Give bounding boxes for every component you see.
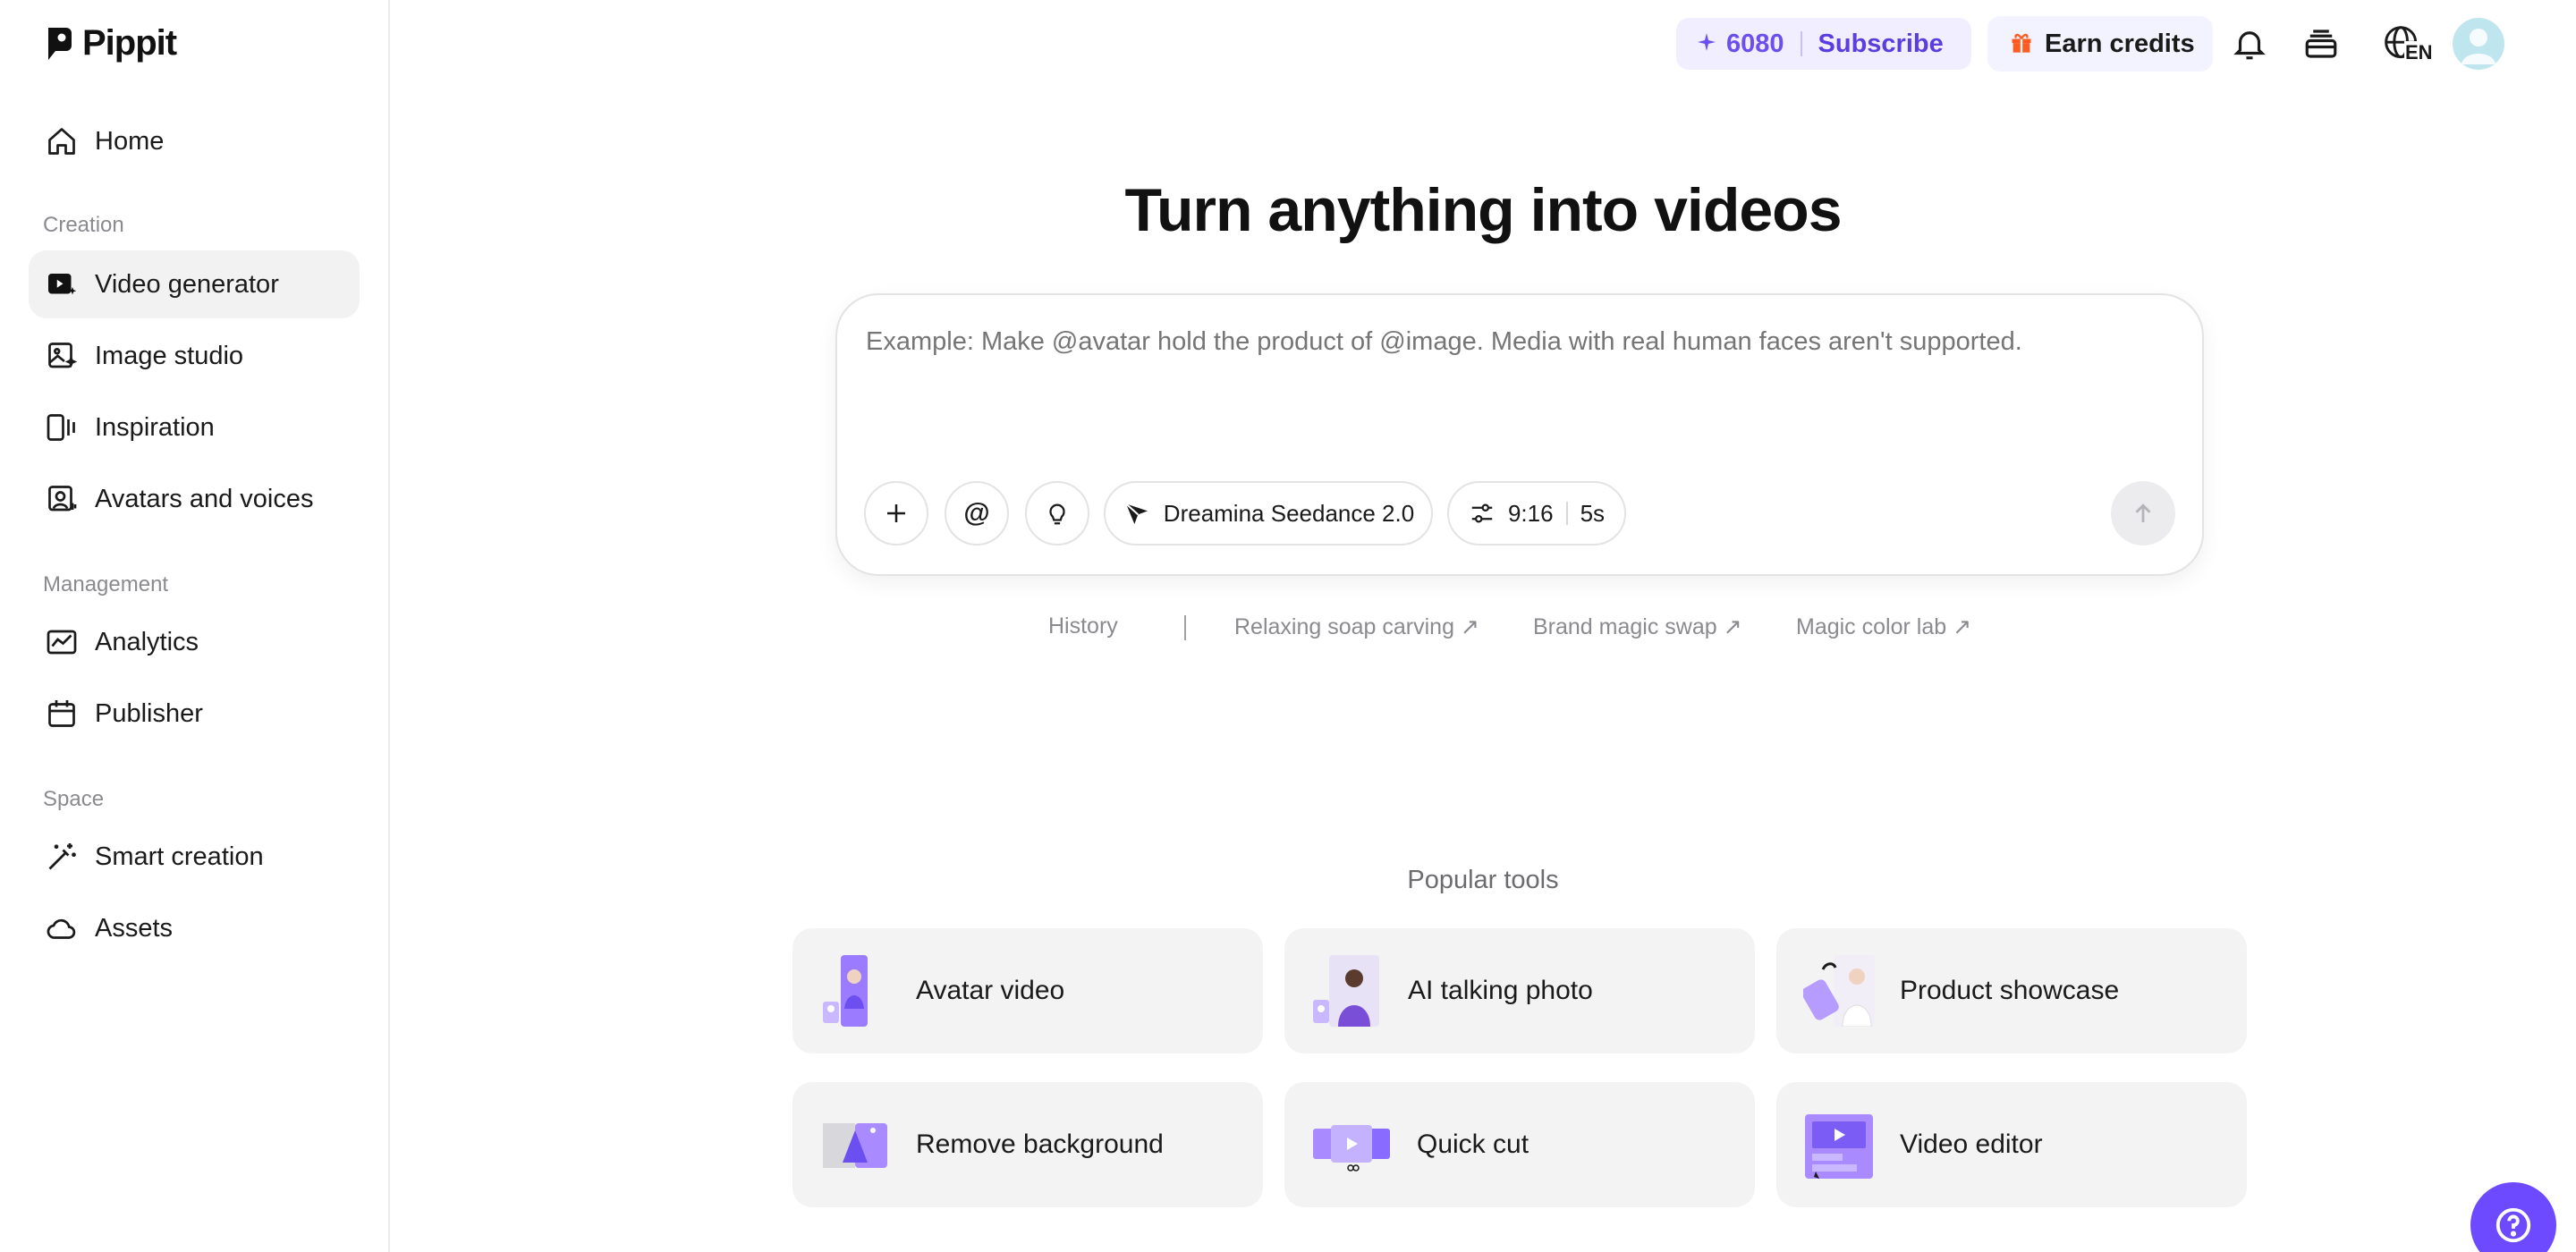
duration: 5s (1580, 499, 1606, 527)
model-name: Dreamina Seedance 2.0 (1163, 499, 1415, 527)
sidebar-item-label: Smart creation (95, 842, 264, 871)
lightbulb-icon (1049, 503, 1065, 525)
sidebar-item-avatars-voices[interactable]: Avatars and voices (29, 465, 360, 533)
sidebar-item-home[interactable]: Home (29, 107, 360, 175)
model-selector[interactable]: Dreamina Seedance 2.0 (1104, 481, 1433, 546)
sparkle-icon (1696, 31, 1717, 57)
layers-button[interactable] (2299, 21, 2343, 66)
bell-icon (2233, 31, 2266, 60)
sidebar-item-label: Home (95, 126, 165, 156)
product-showcase-thumb-icon (1803, 955, 1875, 1027)
tool-card-label: AI talking photo (1408, 976, 1593, 1005)
section-label-space: Space (43, 787, 105, 811)
sidebar-item-label: Image studio (95, 341, 244, 370)
home-icon (45, 124, 79, 158)
help-button[interactable] (2470, 1182, 2556, 1252)
arrow-up-icon (2135, 503, 2151, 522)
add-media-button[interactable] (864, 481, 928, 546)
sidebar-item-label: Avatars and voices (95, 484, 314, 513)
credits-subscribe-pill[interactable]: 6080 Subscribe (1676, 18, 1971, 70)
video-settings-button[interactable]: 9:16 5s (1447, 481, 1626, 546)
sidebar-item-image-studio[interactable]: Image studio (29, 322, 360, 390)
divider (1184, 615, 1186, 640)
inspiration-icon (45, 410, 79, 444)
tool-card-remove-background[interactable]: Remove background (792, 1082, 1263, 1207)
app-logo[interactable]: Pippit (45, 23, 177, 63)
sidebar-item-publisher[interactable]: Publisher (29, 680, 360, 748)
suggestion-link[interactable]: Relaxing soap carving ↗ (1234, 613, 1479, 640)
divider (1565, 502, 1568, 525)
dreamina-icon (1125, 503, 1148, 524)
plus-icon (887, 504, 905, 522)
app-name: Pippit (82, 23, 177, 63)
inspiration-tips-button[interactable] (1025, 481, 1089, 546)
tool-card-label: Product showcase (1900, 976, 2120, 1005)
stack-icon (2305, 30, 2337, 58)
earn-credits-label: Earn credits (2045, 29, 2195, 58)
tool-card-label: Avatar video (916, 976, 1065, 1005)
tool-card-video-editor[interactable]: Video editor (1776, 1082, 2247, 1207)
talking-photo-thumb-icon (1311, 955, 1383, 1027)
at-icon: @ (963, 498, 990, 528)
suggestion-link[interactable]: Magic color lab ↗ (1796, 613, 1971, 640)
sidebar: Pippit Home Creation Video generator Ima… (0, 0, 390, 1252)
sidebar-item-label: Analytics (95, 627, 199, 656)
video-editor-thumb-icon (1803, 1109, 1875, 1180)
section-label-creation: Creation (43, 213, 124, 237)
remove-background-thumb-icon (819, 1109, 891, 1180)
sidebar-item-label: Assets (95, 913, 174, 943)
sidebar-item-assets[interactable]: Assets (29, 894, 360, 962)
history-link[interactable]: History (1048, 613, 1118, 639)
popular-tools-heading: Popular tools (1407, 866, 1559, 894)
prompt-box: @ Dreamina Seedance 2.0 9:16 5s (835, 293, 2204, 576)
subscribe-button[interactable]: Subscribe (1818, 30, 1944, 59)
tool-card-quick-cut[interactable]: Quick cut (1284, 1082, 1755, 1207)
earn-credits-button[interactable]: Earn credits (1987, 16, 2213, 72)
analytics-icon (45, 625, 79, 659)
calendar-icon (45, 697, 79, 731)
language-button[interactable]: EN (2374, 21, 2434, 66)
magic-wand-icon (45, 840, 79, 874)
suggestion-link[interactable]: Brand magic swap ↗ (1533, 613, 1742, 640)
sidebar-item-smart-creation[interactable]: Smart creation (29, 823, 360, 891)
gift-icon (2009, 30, 2034, 59)
section-label-management: Management (43, 572, 169, 596)
tool-card-label: Quick cut (1417, 1129, 1530, 1159)
sidebar-item-analytics[interactable]: Analytics (29, 608, 360, 676)
tool-card-label: Remove background (916, 1129, 1164, 1159)
avatar-video-thumb-icon (819, 955, 891, 1027)
mention-button[interactable]: @ (945, 481, 1009, 546)
send-button[interactable] (2111, 481, 2175, 546)
cloud-icon (45, 911, 79, 945)
sidebar-item-label: Video generator (95, 269, 279, 299)
language-code: EN (2404, 41, 2434, 64)
sidebar-item-label: Publisher (95, 698, 203, 728)
video-generator-icon (45, 267, 79, 301)
sliders-icon (1471, 503, 1493, 523)
tool-card-avatar-video[interactable]: Avatar video (792, 928, 1263, 1053)
pippit-logo-icon (48, 27, 72, 60)
divider (1800, 31, 1802, 56)
notifications-button[interactable] (2227, 21, 2272, 66)
sidebar-item-inspiration[interactable]: Inspiration (29, 393, 360, 461)
tool-card-ai-talking-photo[interactable]: AI talking photo (1284, 928, 1755, 1053)
avatar-voice-icon (45, 482, 79, 516)
prompt-input[interactable] (866, 327, 2172, 357)
help-icon (2496, 1207, 2531, 1243)
avatar-icon (2462, 29, 2496, 64)
user-avatar[interactable] (2453, 18, 2504, 70)
sidebar-item-label: Inspiration (95, 412, 215, 442)
quick-cut-thumb-icon (1311, 1109, 1392, 1180)
page-title: Turn anything into videos (1124, 176, 1842, 244)
image-studio-icon (45, 339, 79, 373)
credits-count: 6080 (1726, 29, 1784, 58)
sidebar-item-video-generator[interactable]: Video generator (29, 250, 360, 318)
aspect-ratio: 9:16 (1507, 499, 1554, 527)
tool-card-label: Video editor (1900, 1129, 2043, 1159)
tool-card-product-showcase[interactable]: Product showcase (1776, 928, 2247, 1053)
